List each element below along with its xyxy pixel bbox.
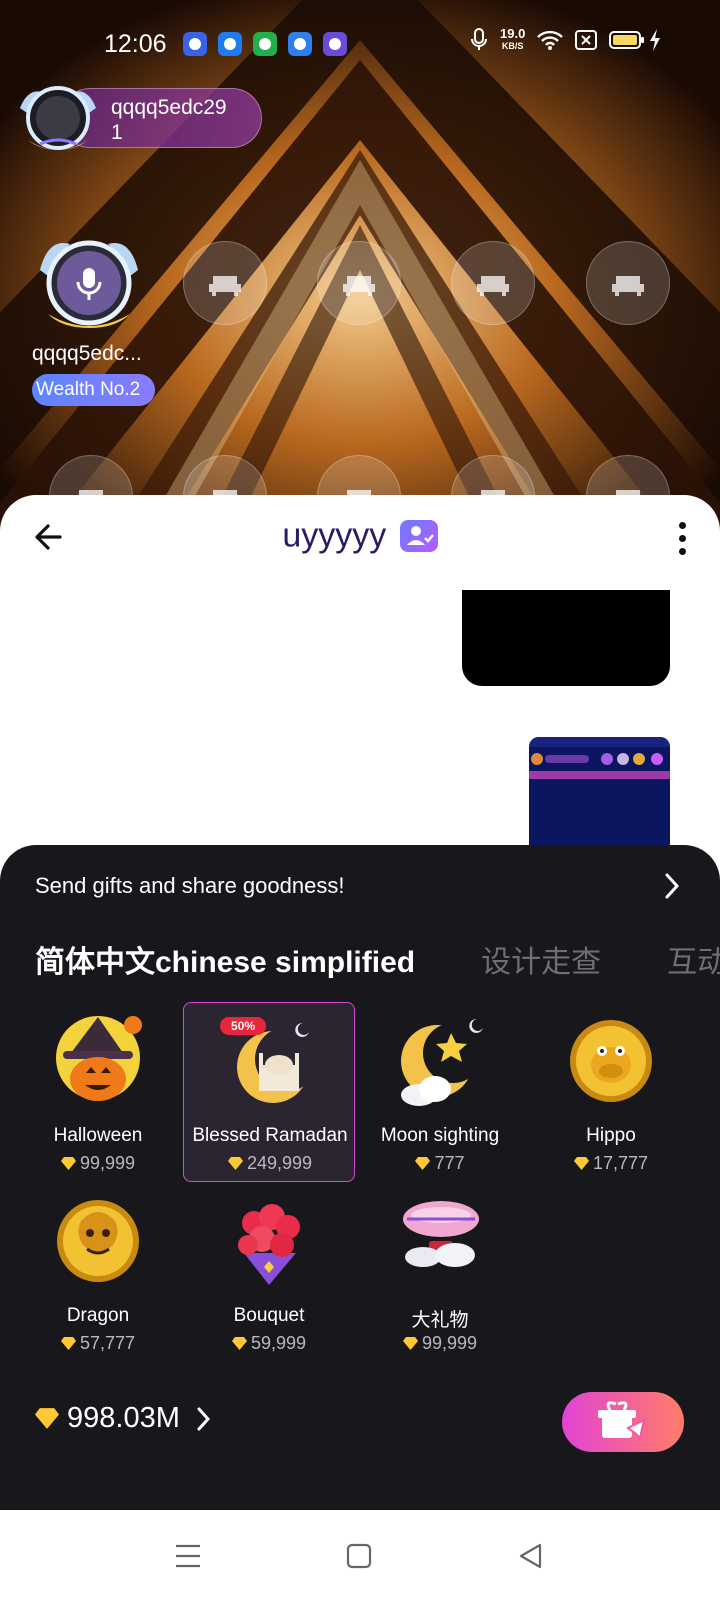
gift-price: 99,999 [12, 1153, 184, 1174]
diamond-icon [415, 1157, 431, 1170]
gift-sheet-header[interactable]: Send gifts and share goodness! [35, 873, 344, 899]
empty-seat-3[interactable] [451, 241, 535, 325]
gift-name: 大礼物 [411, 1310, 469, 1331]
gift-price-value: 57,777 [79, 1333, 136, 1353]
moon-cloud-gift-icon [401, 1018, 483, 1106]
charging-icon [650, 29, 661, 51]
gift-price: 99,999 [354, 1333, 526, 1354]
gift-price: 59,999 [183, 1333, 355, 1354]
diamond-icon [60, 1157, 76, 1170]
net-speed-value: 19.0 [500, 26, 526, 41]
gift-price: 57,777 [12, 1333, 184, 1354]
tab-interactive[interactable]: 互动 [667, 937, 720, 981]
host-name: qqqq5edc29 1 [111, 96, 227, 144]
diamond-icon [573, 1157, 589, 1170]
sofa-icon [209, 276, 241, 296]
tab-design-review[interactable]: 设计走查 [481, 937, 601, 981]
chat-title: uyyyyy [0, 515, 720, 556]
sofa-icon [612, 276, 644, 296]
sim-icon [575, 30, 598, 50]
gift-name: Moon sighting [380, 1125, 500, 1146]
wealth-badge: Wealth No.2 [32, 374, 155, 406]
message-screenshot-thumbnail[interactable] [529, 737, 670, 847]
search-app-icon [288, 32, 312, 56]
baidu-app-icon [183, 32, 207, 56]
discount-badge: 50% [220, 1017, 266, 1035]
gift-item-big-gift[interactable]: 大礼物 99,999 [354, 1183, 526, 1363]
tab-chinese-simplified[interactable]: 简体中文chinese simplified [35, 937, 415, 981]
seat-avatar-frame[interactable] [36, 230, 142, 336]
gift-price: 249,999 [184, 1153, 356, 1174]
airship-gift-icon [403, 1201, 479, 1267]
chevron-right-icon[interactable] [662, 871, 682, 901]
gift-item-hippo[interactable]: Hippo 17,777 [525, 1003, 697, 1183]
status-time: 12:06 [104, 30, 167, 58]
host-avatar[interactable] [18, 78, 98, 158]
gift-item-dragon[interactable]: Dragon 57,777 [12, 1183, 184, 1363]
gift-price-value: 17,777 [592, 1153, 649, 1173]
pumpkin-gift-icon [56, 1016, 142, 1101]
diamond-icon [231, 1337, 247, 1350]
network-speed: 19.0 KB/S [500, 26, 526, 52]
gift-price-value: 249,999 [246, 1153, 313, 1173]
balance-value: 998.03M [67, 1402, 180, 1434]
gift-price: 17,777 [525, 1153, 697, 1174]
status-bar: 12:06 19.0 KB/S [0, 0, 720, 90]
mic-icon [471, 28, 487, 50]
gift-name: Bouquet [233, 1305, 305, 1326]
empty-seat-2[interactable] [317, 241, 401, 325]
net-speed-unit: KB/S [501, 41, 524, 51]
diamond-icon [60, 1337, 76, 1350]
message-image-bubble[interactable] [462, 590, 670, 686]
chevron-right-icon [197, 1407, 210, 1430]
menu-icon[interactable] [172, 1540, 204, 1572]
wifi-icon [537, 30, 564, 50]
dragon-coin-gift-icon [57, 1200, 139, 1282]
gift-price-value: 777 [434, 1153, 465, 1173]
more-options-icon[interactable] [670, 519, 694, 559]
gift-item-halloween[interactable]: Halloween 99,999 [12, 1003, 184, 1183]
gift-send-icon [598, 1401, 646, 1440]
video-app-icon [218, 32, 242, 56]
gift-sheet: Send gifts and share goodness! 简体中文chine… [0, 845, 720, 1510]
hippo-coin-gift-icon [570, 1020, 652, 1102]
shopping-app-icon [253, 32, 277, 56]
back-icon[interactable] [515, 1540, 547, 1572]
friend-badge-icon [399, 520, 438, 553]
sofa-icon [477, 276, 509, 296]
gift-price-value: 99,999 [79, 1153, 136, 1173]
gift-price: 777 [354, 1153, 526, 1174]
chat-panel: uyyyyy [0, 495, 720, 895]
gift-item-moon-sighting[interactable]: Moon sighting 777 [354, 1003, 526, 1183]
gift-name: Dragon [66, 1305, 130, 1326]
gift-name: Blessed Ramadan [192, 1125, 348, 1146]
system-navigation-bar [0, 1510, 720, 1600]
gift-category-tabs: 简体中文chinese simplified 设计走查 互动 [35, 937, 720, 981]
send-gift-button[interactable] [562, 1392, 684, 1452]
gift-name: Hippo [586, 1125, 636, 1146]
battery-icon [609, 31, 645, 49]
gift-item-blessed-ramadan[interactable]: 50% Blessed Ramadan 249,999 [183, 1002, 355, 1182]
diamond-balance[interactable]: 998.03M [35, 1402, 212, 1435]
gift-price-value: 59,999 [250, 1333, 307, 1353]
gift-price-value: 99,999 [421, 1333, 478, 1353]
gift-name: Halloween [53, 1125, 143, 1146]
home-icon[interactable] [343, 1540, 375, 1572]
diamond-icon [35, 1408, 59, 1429]
rose-bouquet-gift-icon [238, 1204, 300, 1285]
gift-item-bouquet[interactable]: Bouquet 59,999 [183, 1183, 355, 1363]
chat-title-text: uyyyyy [282, 516, 387, 555]
empty-seat-1[interactable] [183, 241, 267, 325]
empty-seat-4[interactable] [586, 241, 670, 325]
system-icons: 19.0 KB/S [470, 26, 661, 52]
browser-app-icon [323, 32, 347, 56]
sofa-icon [343, 276, 375, 296]
notification-icons [183, 32, 347, 56]
diamond-icon [227, 1157, 243, 1170]
seat-user-name: qqqq5edc... [32, 342, 142, 365]
diamond-icon [402, 1337, 418, 1350]
